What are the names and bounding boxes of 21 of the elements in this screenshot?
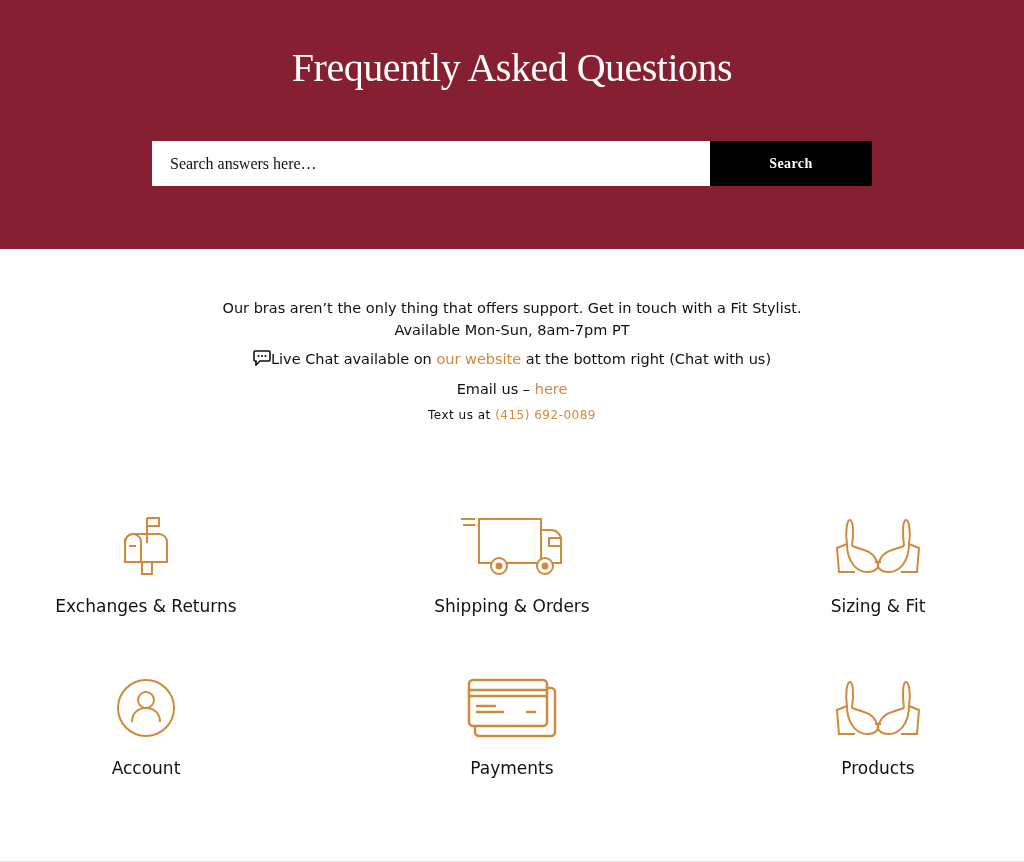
category-link[interactable]: Shipping & Orders xyxy=(402,516,622,616)
chat-bubble-icon xyxy=(252,350,271,366)
search-button[interactable]: Search xyxy=(710,141,872,186)
category-link[interactable]: Payments xyxy=(402,678,622,778)
person-icon xyxy=(116,678,176,738)
truck-icon xyxy=(459,516,565,576)
bra-icon xyxy=(835,516,921,576)
live-chat-text: Live Chat available on our website at the bottom right (Chat with us) xyxy=(270,350,772,369)
search-field[interactable]: Search answers here… xyxy=(152,141,710,186)
mailbox-icon xyxy=(121,516,171,576)
credit-cards-icon xyxy=(467,678,557,738)
contact-text: Our bras aren’t the only thing that offers support. Get in touch with a Fit Stylist. xyxy=(222,299,802,318)
category-link[interactable]: Exchanges & Returns xyxy=(36,516,256,616)
category-link[interactable]: Account xyxy=(36,678,256,778)
page-title: Frequently Asked Questions xyxy=(291,44,733,92)
category-link[interactable]: Sizing & Fit xyxy=(768,516,988,616)
bra-icon xyxy=(835,678,921,738)
category-link[interactable]: Products xyxy=(768,678,988,778)
text-us-text: Text us at (415) 692-0089 xyxy=(428,407,596,424)
email-text: Email us – here xyxy=(456,380,568,399)
contact-text: Available Mon-Sun, 8am-7pm PT xyxy=(394,321,630,340)
